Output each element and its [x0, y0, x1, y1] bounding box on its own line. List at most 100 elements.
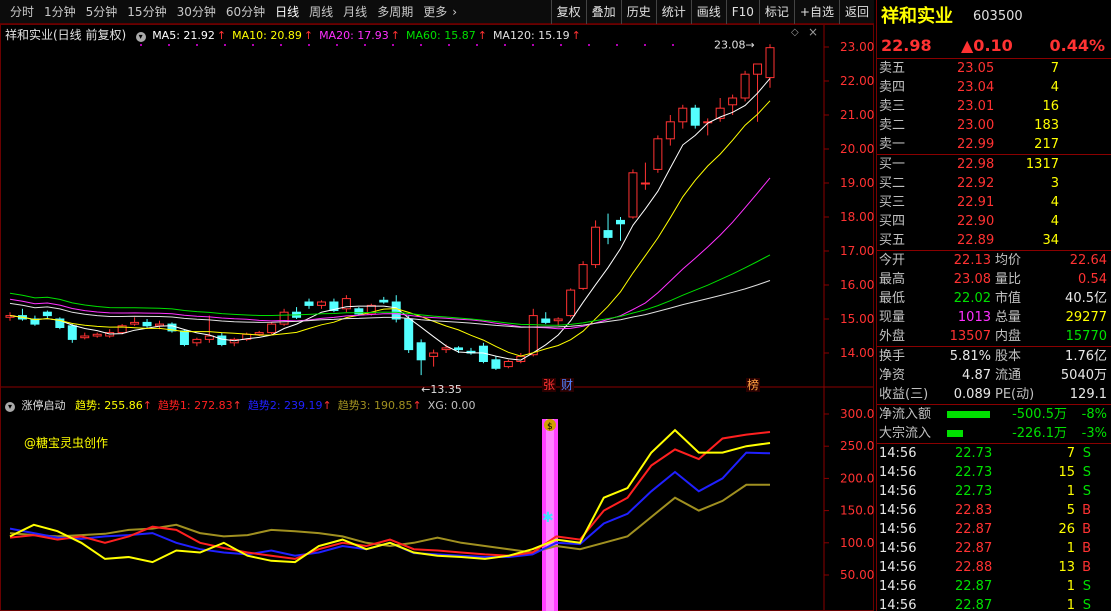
price-change-pct: 0.44%: [1049, 36, 1105, 55]
period-tab[interactable]: 周线: [304, 0, 338, 24]
up-arrow-icon: ↑: [303, 29, 314, 42]
event-badge[interactable]: 财: [561, 378, 573, 392]
price-axis-label: 23.00: [840, 40, 874, 54]
indicator-legend-row: ▾ 涨停启动 趋势: 255.86↑ 趋势1: 272.83↑ 趋势2: 239.1…: [5, 397, 475, 413]
period-tab[interactable]: 分时: [5, 0, 39, 24]
tick-row: 14:56 22.73 1 S: [877, 482, 1111, 501]
function-button[interactable]: 返回: [838, 0, 874, 24]
candle-body: [653, 138, 663, 170]
period-tab[interactable]: 更多: [418, 0, 452, 24]
book-volume: 1317: [1025, 157, 1059, 172]
period-tab[interactable]: 1分钟: [39, 0, 81, 24]
book-price: 23.01: [957, 99, 995, 114]
tick-time: 14:56: [879, 579, 917, 594]
up-arrow-icon: ↑: [232, 399, 242, 412]
candle-body: [92, 333, 102, 337]
candle-body: [690, 107, 700, 126]
trend1-line: [9, 431, 771, 560]
marker-dot: [560, 44, 562, 46]
period-tab[interactable]: 月线: [338, 0, 372, 24]
candle-body: [67, 325, 77, 340]
function-button[interactable]: 画线: [690, 0, 726, 24]
function-button[interactable]: +自选: [793, 0, 839, 24]
tick-time: 14:56: [879, 598, 917, 611]
price-axis-label: 15.00: [840, 312, 874, 326]
marker-dot: [392, 44, 394, 46]
tick-price: 22.87: [955, 579, 993, 594]
ma-line: [9, 280, 771, 328]
period-tab[interactable]: 5分钟: [81, 0, 123, 24]
candle-body: [454, 347, 464, 351]
marker-dot: [280, 44, 282, 46]
candle-body: [753, 63, 763, 75]
period-tab[interactable]: 日线: [270, 0, 304, 24]
flow-value: -226.1万: [1012, 426, 1067, 441]
flow-bar: [947, 411, 990, 418]
marker-dot: [420, 44, 422, 46]
function-button[interactable]: 复权: [550, 0, 586, 24]
stat-label: 流通: [995, 368, 1022, 383]
book-volume: 3: [1050, 176, 1059, 191]
kline-chart-area[interactable]: 23.00 22.00 21.00 20.00 19.00 18.00 17.00 16.00…: [0, 24, 874, 611]
up-arrow-icon: ↑: [477, 29, 487, 42]
tick-row: 14:56 22.87 1 S: [877, 596, 1111, 611]
period-tab[interactable]: 15分钟: [122, 0, 171, 24]
tick-price: 22.88: [955, 560, 993, 575]
candle-body: [42, 311, 52, 317]
diamond-icon[interactable]: ◇: [791, 27, 799, 38]
flow-value: -500.5万: [1012, 407, 1067, 422]
tick-row: 14:56 22.73 7 S: [877, 444, 1111, 463]
ma-legend-item: MA5: 21.92: [152, 29, 215, 42]
dropdown-circle-icon[interactable]: ▾: [5, 402, 15, 412]
function-button[interactable]: 叠加: [585, 0, 621, 24]
stat-label: 换手: [879, 349, 906, 364]
function-button[interactable]: F10: [725, 0, 759, 24]
chevron-right-icon[interactable]: ›: [452, 5, 457, 19]
trend-line: [9, 428, 771, 564]
tick-volume: 7: [1066, 446, 1075, 461]
stat-label: 市值: [995, 291, 1022, 306]
candle-body: [80, 335, 90, 339]
function-button[interactable]: 历史: [620, 0, 656, 24]
event-badge[interactable]: 榜: [747, 377, 759, 392]
stat-value: 1.76亿: [1065, 349, 1107, 364]
indicator-title: 涨停启动: [21, 399, 66, 412]
event-badge[interactable]: 张: [543, 378, 555, 392]
indicator-axis-label: 300.00: [840, 407, 874, 421]
candle-body: [204, 335, 214, 340]
price-axis-label: 21.00: [840, 108, 874, 122]
candle-body: [429, 352, 439, 357]
marker-dot: [364, 44, 366, 46]
close-icon[interactable]: ×: [808, 25, 818, 39]
book-price: 23.04: [957, 80, 995, 95]
function-button[interactable]: 标记: [758, 0, 794, 24]
tick-volume: 1: [1066, 541, 1075, 556]
stat-value: 23.08: [953, 272, 991, 287]
tick-side: B: [1082, 541, 1091, 556]
book-label: 卖一: [879, 137, 906, 152]
marker-dot: [336, 44, 338, 46]
candle-body: [491, 359, 501, 369]
order-book-row: 买一 22.98 1317: [877, 155, 1111, 174]
tick-row: 14:56 22.87 26 B: [877, 520, 1111, 539]
chart-legend-row: 祥和实业(日线 前复权) ▾ MA5: 21.92 ↑ MA10: 20.89 ↑ MA…: [5, 26, 587, 43]
tick-side: S: [1082, 598, 1091, 611]
period-tab[interactable]: 30分钟: [172, 0, 221, 24]
period-tab[interactable]: 多周期: [372, 0, 418, 24]
order-book-row: 卖二 23.00 183: [877, 116, 1111, 135]
stat-value: 4.87: [962, 368, 991, 383]
kline-svg[interactable]: 23.00 22.00 21.00 20.00 19.00 18.00 17.00 16.00…: [0, 24, 874, 611]
book-price: 22.99: [957, 137, 995, 152]
book-price: 22.98: [957, 157, 995, 172]
function-button[interactable]: 统计: [655, 0, 691, 24]
indicator-legend: 趋势: 255.86↑ 趋势1: 272.83↑ 趋势2: 239.19↑ 趋势3: …: [69, 399, 475, 412]
stat-label: 最低: [879, 291, 906, 306]
period-tab[interactable]: 60分钟: [221, 0, 270, 24]
tick-list[interactable]: 14:56 22.73 7 S 14:56 22.73 15 S 14:56 22.73 1 S 14:…: [877, 444, 1111, 611]
marker-dot: [140, 44, 142, 46]
up-arrow-icon: ↑: [142, 399, 152, 412]
stat-label: 最高: [879, 272, 906, 287]
stat-label: 内盘: [995, 329, 1022, 344]
tick-volume: 1: [1066, 484, 1075, 499]
dropdown-circle-icon[interactable]: ▾: [135, 32, 146, 42]
